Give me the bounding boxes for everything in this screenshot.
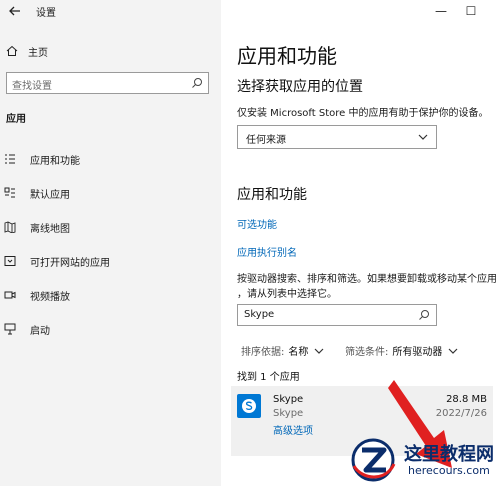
install-source-heading: 选择获取应用的位置 (237, 79, 363, 95)
advanced-options-link[interactable]: 高级选项 (273, 422, 313, 437)
search-icon (192, 78, 202, 88)
app-install-date: 2022/7/26 (435, 408, 487, 419)
sidebar-item-apps-for-websites[interactable]: 可打开网站的应用 (4, 253, 110, 269)
sidebar-item-apps-features[interactable]: 应用和功能 (4, 151, 80, 167)
sidebar-item-offline-maps[interactable]: 离线地图 (4, 219, 70, 235)
video-playback-icon (4, 291, 16, 299)
sidebar-item-label: 默认应用 (30, 189, 70, 201)
results-count: 找到 1 个应用 (237, 372, 300, 383)
default-apps-icon (4, 187, 15, 198)
dropdown-value: 任何来源 (246, 135, 286, 146)
apps-features-heading: 应用和功能 (237, 187, 307, 203)
watermark-url: herecours.com (408, 464, 490, 477)
sort-label: 排序依据: (241, 347, 285, 358)
watermark-logo-icon (351, 438, 396, 482)
sort-value: 名称 (288, 347, 309, 358)
maximize-button[interactable]: ☐ (465, 5, 477, 17)
app-publisher: Skype (273, 408, 304, 419)
minimize-button[interactable]: — (435, 5, 447, 17)
sidebar-item-label: 应用和功能 (30, 155, 80, 167)
app-name: Skype (273, 394, 304, 405)
filter-by-control[interactable]: 筛选条件: 所有驱动器 (345, 343, 458, 358)
install-source-dropdown[interactable]: 任何来源 (237, 125, 437, 149)
search-description: 按驱动器搜索、排序和筛选。如果想要卸载或移动某个应用 ，请从列表中选择它。 (237, 272, 497, 302)
search-placeholder: 查找设置 (12, 81, 52, 92)
install-source-description: 仅安装 Microsoft Store 中的应用有助于保护你的设备。 (237, 108, 489, 119)
app-execution-alias-link[interactable]: 应用执行别名 (237, 244, 297, 259)
sidebar-item-label: 可打开网站的应用 (30, 257, 110, 269)
sidebar-item-label: 视频播放 (30, 291, 70, 303)
back-arrow-icon (9, 6, 20, 16)
apps-features-page: — ☐ 应用和功能 选择获取应用的位置 仅安装 Microsoft Store … (221, 0, 500, 486)
sort-by-control[interactable]: 排序依据: 名称 (241, 343, 324, 358)
offline-maps-icon (4, 221, 16, 233)
search-value: Skype (244, 309, 275, 320)
chevron-down-icon (448, 348, 458, 354)
chevron-down-icon (314, 348, 324, 354)
watermark-title: 这里教程网 (404, 444, 494, 465)
sidebar-item-default-apps[interactable]: 默认应用 (4, 185, 70, 201)
skype-icon (237, 394, 261, 418)
apps-for-websites-icon (4, 256, 16, 266)
search-description-line: ，请从列表中选择它。 (237, 289, 337, 300)
chevron-down-icon (418, 134, 428, 140)
app-search-input[interactable]: Skype (237, 304, 437, 326)
startup-icon (4, 323, 16, 335)
search-icon (419, 310, 429, 320)
sidebar-item-home[interactable]: 主页 (6, 43, 48, 59)
sidebar-item-label: 启动 (30, 325, 50, 337)
settings-sidebar: 设置 主页 查找设置 应用 应用和功能 默认应用 离线地图 可打开网站的应用 视… (0, 0, 221, 486)
window-title: 设置 (36, 8, 56, 19)
sidebar-item-video-playback[interactable]: 视频播放 (4, 287, 70, 303)
title-bar: 设置 (0, 0, 221, 22)
search-description-line: 按驱动器搜索、排序和筛选。如果想要卸载或移动某个应用 (237, 274, 497, 285)
sidebar-item-label: 主页 (28, 47, 48, 59)
optional-features-link[interactable]: 可选功能 (237, 216, 277, 231)
home-icon (6, 45, 18, 56)
filter-value: 所有驱动器 (392, 347, 443, 358)
apps-list-icon (5, 154, 15, 164)
sidebar-item-label: 离线地图 (30, 223, 70, 235)
page-title: 应用和功能 (237, 44, 337, 68)
filter-label: 筛选条件: (345, 347, 389, 358)
app-size: 28.8 MB (446, 394, 487, 405)
section-heading: 应用 (6, 114, 26, 125)
site-watermark: 这里教程网 herecours.com (342, 432, 500, 486)
back-button[interactable] (8, 4, 24, 18)
settings-search-input[interactable]: 查找设置 (6, 72, 209, 94)
sidebar-item-startup[interactable]: 启动 (4, 321, 50, 337)
